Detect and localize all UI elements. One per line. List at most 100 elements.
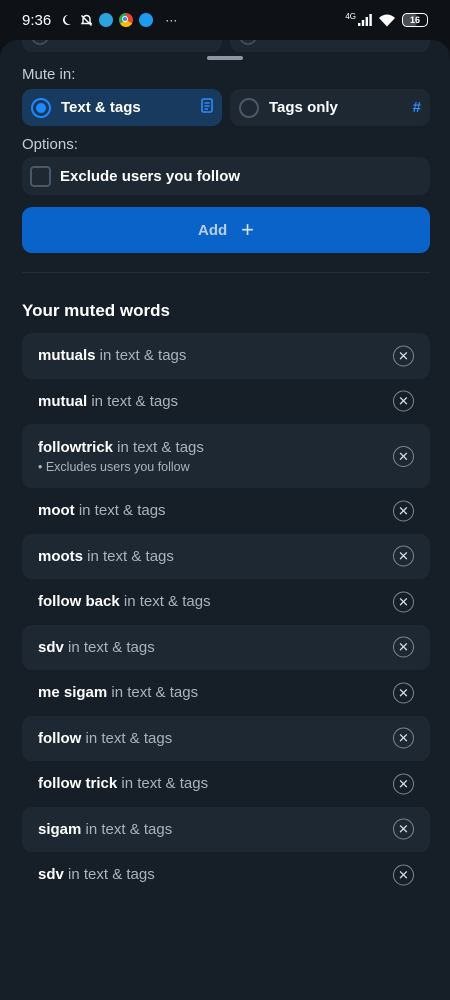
muted-word-line: mutual in text & tags (38, 393, 414, 410)
muted-word-scope: in text & tags (63, 638, 155, 656)
muted-word: me sigam (38, 684, 108, 702)
duration-options-partial (22, 40, 430, 52)
muted-word: follow trick (38, 775, 118, 793)
radio-icon (31, 40, 49, 45)
remove-word-close-icon[interactable]: ✕ (393, 500, 414, 522)
mute-words-sheet: Mute in: Text & tags Tags only # Options… (0, 40, 450, 1000)
chrome-icon (119, 13, 134, 27)
muted-word-scope: in text & tags (63, 866, 155, 884)
muted-word-scope: in text & tags (117, 775, 209, 793)
status-time: 9:36 (22, 11, 52, 29)
muted-word-item: me sigam in text & tags ✕ (22, 670, 430, 716)
muted-word-note: • Excludes users you follow (38, 459, 190, 474)
muted-word-line: moot in text & tags (38, 502, 414, 519)
muted-word: sdv (38, 638, 64, 656)
hashtag-icon: # (412, 99, 421, 116)
remove-word-close-icon[interactable]: ✕ (393, 446, 414, 467)
muted-word-line: sdv in text & tags (38, 866, 414, 883)
muted-word: followtrick (38, 438, 114, 456)
muted-word-item: mutual in text & tags ✕ (22, 379, 430, 425)
muted-words-list: mutuals in text & tags ✕ mutual in text & … (22, 333, 430, 898)
wifi-icon (378, 13, 396, 27)
exclude-followed-checkbox-row[interactable]: Exclude users you follow (22, 157, 430, 195)
more-notifications-icon: ··· (165, 13, 178, 27)
mute-in-label: Mute in: (22, 66, 76, 83)
status-bar: 9:36 ··· 4G 16 (0, 0, 450, 40)
radio-icon (239, 97, 259, 118)
option-text-and-tags[interactable]: Text & tags (22, 89, 222, 126)
remove-word-close-icon[interactable]: ✕ (393, 773, 414, 795)
muted-word: follow (38, 729, 82, 747)
status-right: 4G 16 (345, 12, 428, 27)
muted-word-line: sdv in text & tags (38, 639, 414, 656)
sheet-drag-handle[interactable] (207, 56, 243, 60)
remove-word-close-icon[interactable]: ✕ (393, 864, 414, 886)
muted-word-item: follow trick in text & tags ✕ (22, 761, 430, 807)
remove-word-close-icon[interactable]: ✕ (393, 727, 414, 749)
muted-word-item: moots in text & tags ✕ (22, 533, 430, 579)
option-label: Tags only (269, 99, 338, 116)
muted-word-line: mutuals in text & tags (38, 347, 414, 364)
muted-word-scope: in text & tags (81, 729, 173, 747)
remove-word-close-icon[interactable]: ✕ (393, 818, 414, 840)
muted-word-scope: in text & tags (81, 820, 173, 838)
telegram-icon (99, 13, 114, 27)
muted-word-item: followtrick in text & tags • Excludes use… (22, 424, 430, 488)
muted-word-line: follow trick in text & tags (38, 775, 414, 792)
divider (22, 272, 430, 273)
checkbox-icon[interactable] (30, 165, 51, 187)
remove-word-close-icon[interactable]: ✕ (393, 345, 414, 367)
muted-word: sdv (38, 866, 64, 884)
muted-words-title: Your muted words (22, 301, 170, 320)
battery-icon: 16 (402, 13, 428, 27)
muted-word-item: sdv in text & tags ✕ (22, 624, 430, 670)
options-label: Options: (22, 136, 78, 153)
remove-word-close-icon[interactable]: ✕ (393, 636, 414, 658)
muted-word-scope: in text & tags (107, 684, 199, 702)
moon-icon (59, 13, 73, 27)
muted-word: moots (38, 547, 83, 565)
exclude-followed-label: Exclude users you follow (60, 167, 241, 185)
muted-word-line: sigam in text & tags (38, 821, 414, 838)
muted-word-line: follow back in text & tags (38, 593, 414, 610)
muted-word-item: follow in text & tags ✕ (22, 715, 430, 761)
muted-word-line: follow in text & tags (38, 730, 414, 747)
status-left: 9:36 ··· (22, 12, 177, 29)
muted-word-item: sigam in text & tags ✕ (22, 806, 430, 852)
remove-word-close-icon[interactable]: ✕ (393, 390, 414, 412)
add-button[interactable]: Add + (22, 207, 430, 253)
signal-icon (358, 13, 372, 27)
option-label: Text & tags (61, 99, 141, 116)
radio-selected-icon (31, 97, 51, 118)
muted-word-line: me sigam in text & tags (38, 684, 414, 701)
muted-word-scope: in text & tags (113, 438, 204, 456)
muted-word-item: moot in text & tags ✕ (22, 488, 430, 534)
muted-word-scope: in text & tags (95, 347, 187, 365)
plus-icon: + (241, 217, 255, 242)
mute-in-options: Text & tags Tags only # (22, 89, 430, 126)
muted-word-line: moots in text & tags (38, 548, 414, 565)
option-tags-only[interactable]: Tags only # (230, 89, 430, 126)
muted-word-line: followtrick in text & tags (38, 439, 414, 456)
remove-word-close-icon[interactable]: ✕ (393, 545, 414, 567)
muted-word-scope: in text & tags (119, 593, 211, 611)
muted-word: sigam (38, 820, 82, 838)
remove-word-close-icon[interactable]: ✕ (393, 591, 414, 613)
document-icon (201, 98, 213, 117)
muted-word-scope: in text & tags (74, 502, 166, 520)
radio-icon (239, 40, 257, 45)
twitter-icon (139, 13, 154, 27)
battery-level: 16 (409, 15, 420, 25)
muted-word: follow back (38, 593, 120, 611)
muted-word: mutual (38, 392, 88, 410)
muted-word-item: follow back in text & tags ✕ (22, 579, 430, 625)
muted-word-scope: in text & tags (83, 547, 174, 565)
muted-word-item: sdv in text & tags ✕ (22, 852, 430, 898)
muted-word-scope: in text & tags (87, 392, 179, 410)
system-nav-bar (0, 988, 450, 1000)
duration-option-previous-left[interactable] (22, 40, 222, 52)
bell-off-icon (79, 13, 93, 27)
muted-word: moot (38, 502, 75, 520)
duration-option-previous-right[interactable] (230, 40, 430, 52)
remove-word-close-icon[interactable]: ✕ (393, 682, 414, 704)
